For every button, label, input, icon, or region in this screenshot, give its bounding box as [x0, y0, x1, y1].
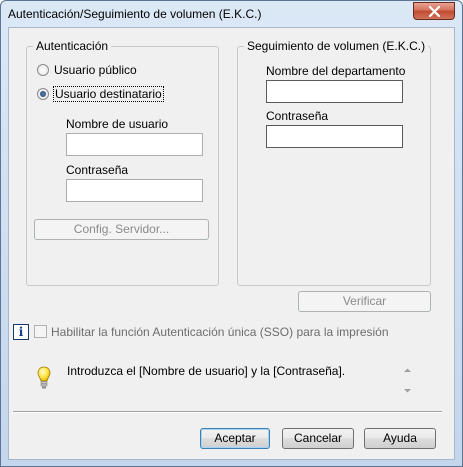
dept-input[interactable]	[266, 80, 403, 103]
dept-label: Nombre del departamento	[266, 64, 406, 78]
footer-separator	[13, 411, 442, 413]
ekc-group: Seguimiento de volumen (E.K.C.) Nombre d…	[237, 39, 431, 286]
info-icon: i	[13, 324, 29, 340]
scroll-down-icon[interactable]	[403, 388, 412, 394]
dialog-window: Autenticación/Seguimiento de volumen (E.…	[0, 0, 463, 467]
dialog-body: Autenticación Usuario público Usuario de…	[8, 27, 455, 460]
ekc-password-input[interactable]	[266, 125, 403, 148]
sso-label[interactable]: Habilitar la función Autenticación única…	[51, 325, 389, 339]
auth-group-label: Autenticación	[33, 39, 112, 53]
title-bar[interactable]: Autenticación/Seguimiento de volumen (E.…	[1, 1, 462, 27]
close-icon	[428, 6, 441, 17]
verify-button[interactable]: Verificar	[298, 291, 431, 312]
scroll-up-icon[interactable]	[403, 367, 412, 373]
radio-dest-label[interactable]: Usuario destinatario	[53, 86, 164, 102]
auth-password-input[interactable]	[66, 179, 203, 202]
cancel-button[interactable]: Cancelar	[282, 428, 354, 449]
server-config-button[interactable]: Config. Servidor...	[34, 219, 209, 240]
ekc-group-label: Seguimiento de volumen (E.K.C.)	[244, 39, 429, 53]
auth-group: Autenticación Usuario público Usuario de…	[26, 39, 219, 286]
radio-dest-circle[interactable]	[37, 88, 49, 100]
ok-button[interactable]: Aceptar	[200, 428, 270, 449]
lightbulb-icon	[37, 366, 51, 389]
ekc-password-label: Contraseña	[266, 109, 329, 123]
username-input[interactable]	[66, 133, 203, 156]
message-text: Introduzca el [Nombre de usuario] y la […	[67, 364, 346, 378]
close-button[interactable]	[413, 2, 455, 20]
username-label: Nombre de usuario	[66, 117, 169, 131]
help-button[interactable]: Ayuda	[364, 428, 436, 449]
sso-checkbox[interactable]	[34, 325, 47, 338]
auth-password-label: Contraseña	[66, 163, 129, 177]
window-title: Autenticación/Seguimiento de volumen (E.…	[8, 7, 262, 21]
radio-public-circle[interactable]	[37, 64, 49, 76]
radio-selected-dot	[40, 91, 46, 97]
radio-public-label[interactable]: Usuario público	[54, 63, 137, 77]
